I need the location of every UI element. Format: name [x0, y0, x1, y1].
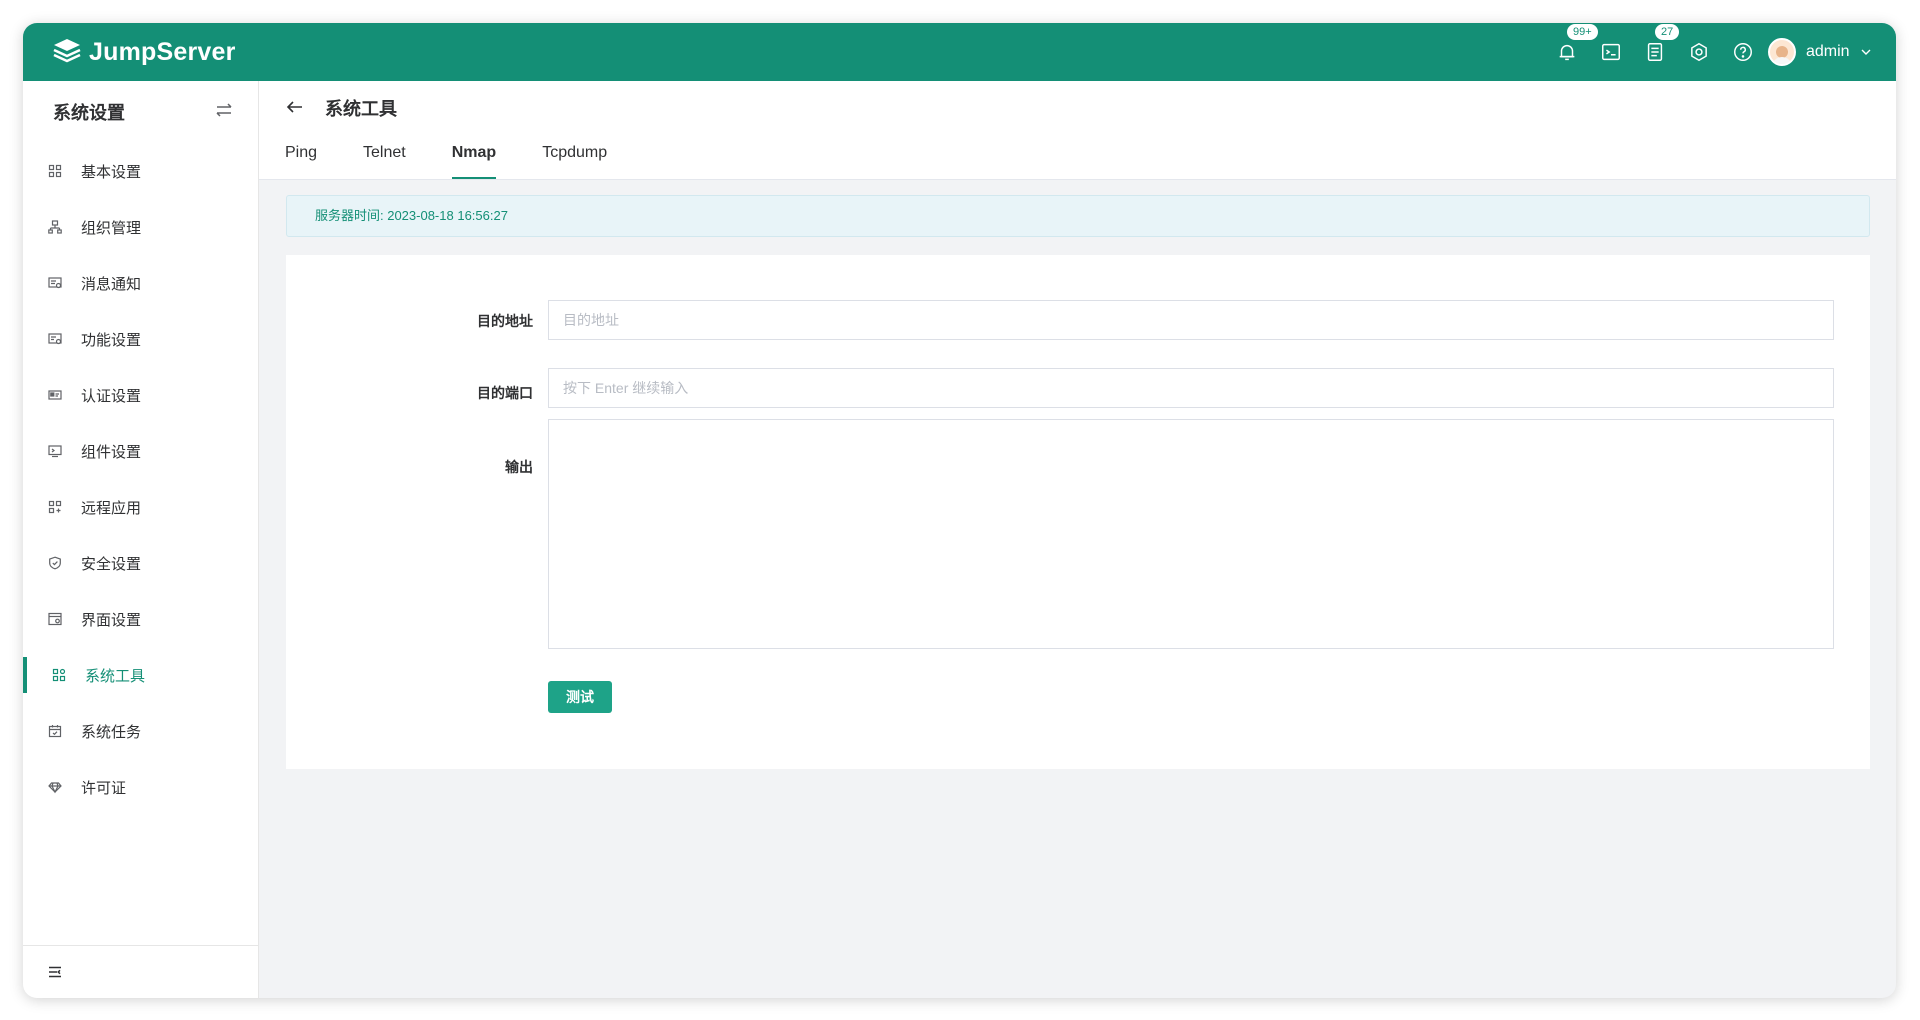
calendar-icon	[48, 725, 62, 738]
sidebar-item-label: 系统任务	[81, 723, 142, 741]
help-button[interactable]	[1729, 38, 1757, 66]
tab-tcpdump[interactable]: Tcpdump	[542, 135, 607, 179]
sidebar-item-auth[interactable]: 认证设置	[23, 367, 258, 423]
sidebar-item-label: 许可证	[81, 779, 127, 797]
terminal-icon	[1602, 43, 1620, 61]
feature-icon	[48, 333, 62, 345]
sidebar-item-system-tasks[interactable]: 系统任务	[23, 703, 258, 759]
app-window: JumpServer 99+ 27 admin 系统设置 基本设置 组织管理 消…	[23, 23, 1896, 998]
logo-text: JumpServer	[89, 37, 236, 66]
sidebar-item-security[interactable]: 安全设置	[23, 535, 258, 591]
tool-tabs: Ping Telnet Nmap Tcpdump	[285, 135, 653, 179]
help-icon	[1734, 43, 1752, 61]
user-menu[interactable]: admin	[1768, 36, 1872, 68]
sidebar-item-label: 认证设置	[81, 387, 142, 405]
grid-icon	[48, 164, 62, 178]
interface-icon	[48, 612, 62, 626]
message-icon	[48, 277, 62, 289]
sidebar-item-component[interactable]: 组件设置	[23, 423, 258, 479]
logo[interactable]: JumpServer	[51, 35, 236, 69]
sidebar-item-basic[interactable]: 基本设置	[23, 143, 258, 199]
sidebar-title: 系统设置	[53, 103, 125, 123]
sidebar-item-label: 远程应用	[81, 499, 142, 517]
sidebar-item-interface[interactable]: 界面设置	[23, 591, 258, 647]
auth-card-icon	[48, 390, 62, 400]
tab-ping[interactable]: Ping	[285, 135, 317, 179]
avatar	[1768, 38, 1796, 66]
sidebar-item-label: 基本设置	[81, 163, 142, 181]
server-time-alert: 服务器时间: 2023-08-18 16:56:27	[286, 195, 1870, 237]
target-port-input[interactable]	[548, 368, 1834, 408]
shield-icon	[49, 556, 61, 570]
tools-icon	[52, 668, 66, 682]
tab-nmap[interactable]: Nmap	[451, 135, 497, 179]
settings-button[interactable]	[1685, 38, 1713, 66]
settings-gear-icon	[1691, 42, 1707, 62]
bell-icon	[1559, 44, 1575, 61]
tab-telnet[interactable]: Telnet	[363, 135, 406, 179]
sidebar-item-message[interactable]: 消息通知	[23, 255, 258, 311]
task-center-button[interactable]: 27	[1641, 24, 1680, 66]
sidebar-item-license[interactable]: 许可证	[23, 759, 258, 815]
sidebar-item-label: 功能设置	[81, 331, 142, 349]
arrow-left-icon[interactable]	[285, 97, 305, 117]
sidebar-menu: 基本设置 组织管理 消息通知 功能设置 认证设置 组件设置 远程应用 安全设置 …	[23, 143, 258, 815]
chevron-down-icon	[1861, 49, 1871, 55]
sidebar-item-label: 组织管理	[81, 219, 142, 237]
output-textarea[interactable]	[548, 419, 1834, 649]
web-terminal-button[interactable]	[1597, 38, 1625, 66]
tasks-badge: 27	[1655, 24, 1680, 40]
target-address-label: 目的地址	[477, 313, 533, 329]
sidebar-collapse-toggle[interactable]	[23, 945, 258, 998]
sidebar-item-label: 界面设置	[81, 611, 142, 629]
sidebar-item-label: 系统工具	[85, 667, 146, 685]
target-address-input[interactable]	[548, 300, 1834, 340]
sidebar-item-org[interactable]: 组织管理	[23, 199, 258, 255]
component-icon	[48, 445, 62, 458]
test-button[interactable]: 测试	[548, 681, 612, 713]
output-label: 输出	[505, 459, 533, 475]
remote-app-icon	[48, 500, 62, 514]
sidebar: 系统设置 基本设置 组织管理 消息通知 功能设置 认证设置 组件设置 远程应用 …	[23, 81, 259, 998]
task-list-icon	[1647, 43, 1663, 61]
target-port-label: 目的端口	[477, 385, 533, 401]
sidebar-item-feature[interactable]: 功能设置	[23, 311, 258, 367]
org-icon	[48, 220, 62, 234]
username: admin	[1806, 43, 1850, 60]
jumpserver-logo-icon	[53, 39, 81, 63]
license-icon	[48, 782, 62, 794]
page-title: 系统工具	[325, 99, 397, 119]
sidebar-item-label: 消息通知	[81, 275, 142, 293]
sidebar-item-system-tools[interactable]: 系统工具	[23, 647, 258, 703]
notification-button[interactable]: 99+	[1553, 24, 1598, 66]
nmap-form: 目的地址 目的端口 输出 测试	[286, 255, 1870, 769]
top-bar: JumpServer 99+ 27 admin	[23, 23, 1896, 81]
switch-view-icon[interactable]	[213, 99, 235, 121]
sidebar-item-label: 组件设置	[81, 443, 142, 461]
notification-badge: 99+	[1567, 24, 1598, 40]
page-header: 系统工具 Ping Telnet Nmap Tcpdump	[259, 81, 1896, 180]
sidebar-item-label: 安全设置	[81, 555, 142, 573]
collapse-menu-icon	[49, 966, 61, 978]
sidebar-item-remote-app[interactable]: 远程应用	[23, 479, 258, 535]
